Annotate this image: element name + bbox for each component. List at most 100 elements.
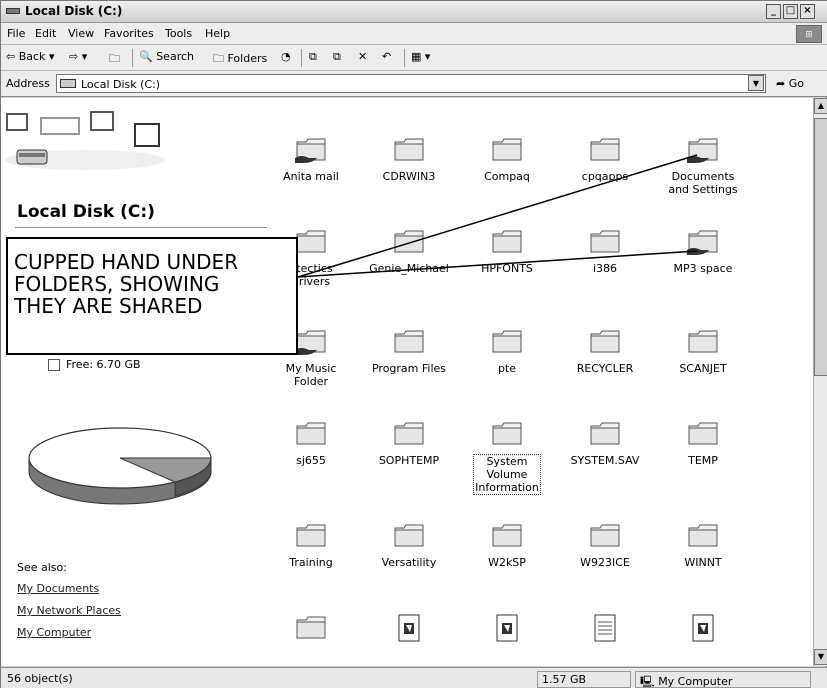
delete-button[interactable]: ✕ [358, 50, 367, 63]
item-label: sj655 [296, 454, 326, 467]
item-genie-michael[interactable]: Genie_Michael [367, 228, 451, 275]
item-temp[interactable]: TEMP [661, 420, 745, 467]
address-input[interactable]: Local Disk (C:) [56, 74, 766, 93]
folder-icon [589, 228, 621, 256]
text-file-icon [589, 614, 621, 642]
folder-icon [295, 228, 327, 256]
go-button[interactable]: ➦ Go [776, 77, 804, 90]
item-system-sav[interactable]: SYSTEM.SAV [563, 420, 647, 467]
item-folder[interactable] [269, 614, 353, 648]
folder-icon [491, 420, 523, 448]
scroll-up-button[interactable]: ▲ [814, 98, 827, 114]
undo-icon: ↶ [382, 50, 392, 63]
forward-button[interactable]: ⇨ ▾ [69, 50, 87, 63]
scroll-thumb[interactable] [814, 118, 827, 376]
views-button[interactable]: ▦ ▾ [411, 50, 430, 63]
item-scanjet[interactable]: SCANJET [661, 328, 745, 375]
status-bar: 56 object(s) 1.57 GB 🖳 My Computer [1, 667, 827, 688]
item-anita-mail[interactable]: Anita mail [269, 136, 353, 183]
item-training[interactable]: Training [269, 522, 353, 569]
back-arrow-icon: ⇦ [6, 50, 16, 63]
menu-view[interactable]: View [68, 27, 94, 40]
shared-folder-icon [687, 228, 719, 256]
search-button[interactable]: 🔍 Search [139, 50, 194, 63]
menu-edit[interactable]: Edit [35, 27, 56, 40]
folders-button[interactable]: 🗀 Folders [213, 50, 267, 69]
see-also-label: See also: [17, 561, 67, 574]
minimize-button[interactable]: _ [766, 4, 781, 19]
maximize-button[interactable]: □ [783, 4, 798, 19]
address-value: Local Disk (C:) [81, 78, 161, 91]
item-label: Training [289, 556, 333, 569]
annotation-line: CUPPED HAND UNDER [14, 250, 239, 274]
link-my-computer[interactable]: My Computer [17, 626, 91, 639]
move-to-button[interactable]: ⧉ [309, 50, 317, 64]
item-system-file[interactable] [465, 614, 549, 648]
computer-icon: 🖳 [640, 675, 655, 688]
copy-to-button[interactable]: ⧉ [333, 50, 341, 64]
item-sophtemp[interactable]: SOPHTEMP [367, 420, 451, 467]
undo-button[interactable]: ↶ [382, 50, 391, 63]
item-cpqapps[interactable]: cpqapps [563, 136, 647, 183]
address-dropdown-button[interactable]: ▼ [748, 75, 764, 91]
views-icon: ▦ [411, 50, 422, 63]
address-label: Address [6, 77, 50, 90]
item-pte[interactable]: pte [465, 328, 549, 375]
close-button[interactable]: × [800, 4, 815, 19]
disk-usage-pie-chart [28, 427, 212, 505]
item-label: i386 [592, 262, 618, 275]
folder-icon [491, 136, 523, 164]
up-folder-icon: 🗀 [109, 52, 120, 65]
shared-folder-icon [295, 136, 327, 164]
item-i386[interactable]: i386 [563, 228, 647, 275]
folder-icon [491, 522, 523, 550]
back-button[interactable]: ⇦ Back ▾ [6, 50, 54, 63]
up-folder-button[interactable]: 🗀 [109, 50, 120, 69]
item-text-file[interactable] [563, 614, 647, 648]
item-program-files[interactable]: Program Files [367, 328, 451, 375]
item-label: My Music Folder [285, 362, 337, 388]
item-mp3-space[interactable]: MP3 space [661, 228, 745, 275]
divider [15, 227, 267, 228]
scroll-down-button[interactable]: ▼ [814, 649, 827, 665]
annotation-line: FOLDERS, SHOWING [14, 272, 220, 296]
link-my-documents[interactable]: My Documents [17, 582, 99, 595]
menu-tools[interactable]: Tools [165, 27, 192, 40]
drive-icon [60, 79, 76, 88]
item-label: W923ICE [580, 556, 630, 569]
free-space-swatch-icon [48, 359, 60, 371]
system-file-icon [687, 614, 719, 642]
menu-help[interactable]: Help [205, 27, 230, 40]
item-label: Genie_Michael [369, 262, 449, 275]
item-recycler[interactable]: RECYCLER [563, 328, 647, 375]
menu-file[interactable]: File [7, 27, 25, 40]
item-cdrwin3[interactable]: CDRWIN3 [367, 136, 451, 183]
search-label: Search [156, 50, 194, 63]
total-size: 1.57 GB [537, 671, 631, 688]
vertical-scrollbar[interactable]: ▲ ▼ [813, 98, 827, 666]
title-bar[interactable]: Local Disk (C:) _ □ × [1, 1, 827, 23]
go-label: Go [788, 77, 804, 90]
item-label: WINNT [684, 556, 722, 569]
item-documents-and-settings[interactable]: Documents and Settings [661, 136, 745, 196]
folder-icon [589, 420, 621, 448]
item-system-file[interactable] [661, 614, 745, 648]
link-my-network-places[interactable]: My Network Places [17, 604, 121, 617]
zone-indicator: 🖳 My Computer [635, 671, 811, 688]
address-bar: Address Local Disk (C:) ▼ ➦ Go [1, 71, 827, 97]
local-disk-illustration-icon [5, 111, 165, 170]
item-system-file[interactable] [367, 614, 451, 648]
item-versatility[interactable]: Versatility [367, 522, 451, 569]
item-compaq[interactable]: Compaq [465, 136, 549, 183]
item-system-volume-information[interactable]: System Volume Information [465, 420, 549, 495]
shared-folder-icon [687, 136, 719, 164]
item-w2ksp[interactable]: W2kSP [465, 522, 549, 569]
item-label: SYSTEM.SAV [570, 454, 640, 467]
history-button[interactable]: ◔ [281, 50, 291, 63]
item-winnt[interactable]: WINNT [661, 522, 745, 569]
menu-favorites[interactable]: Favorites [104, 27, 154, 40]
item-w923ice[interactable]: W923ICE [563, 522, 647, 569]
item-hpfonts[interactable]: HPFONTS [465, 228, 549, 275]
folders-icon: 🗀 [213, 52, 224, 65]
item-sj655[interactable]: sj655 [269, 420, 353, 467]
